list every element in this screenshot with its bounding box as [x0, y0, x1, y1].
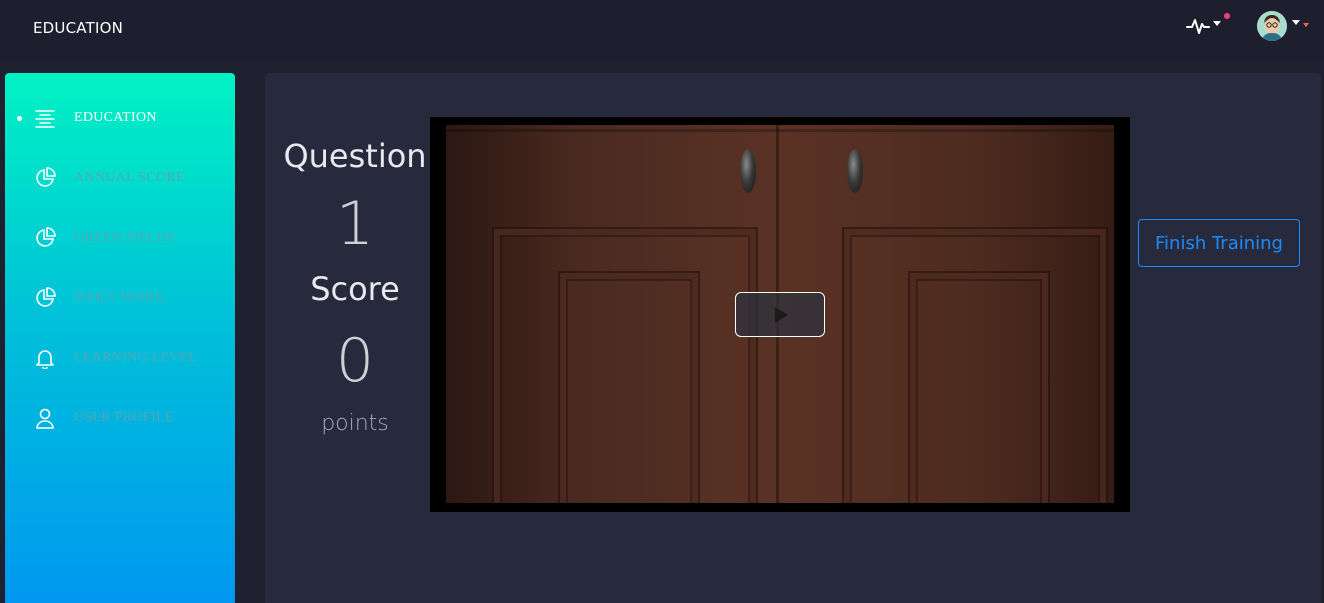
- door-inset-right: [908, 271, 1050, 503]
- play-icon: [775, 307, 788, 323]
- pie-chart-icon: [34, 287, 56, 309]
- chevron-down-icon: [1213, 21, 1221, 26]
- align-center-icon: [34, 107, 56, 129]
- sidebar-item-label: DAILY WORK: [74, 290, 165, 305]
- user-icon: [34, 407, 56, 429]
- question-value: 1: [335, 189, 375, 259]
- sidebar-item-learning-level[interactable]: LEARNING LEVEL: [5, 338, 235, 378]
- sidebar-item-daily-work[interactable]: DAILY WORK: [5, 278, 235, 318]
- sidebar-item-green-fields[interactable]: GREEN FIELDS: [5, 218, 235, 258]
- brand-title[interactable]: EDUCATION: [33, 19, 123, 37]
- score-unit: points: [321, 411, 389, 436]
- avatar[interactable]: [1257, 11, 1287, 41]
- caret-accent-icon: [1303, 23, 1309, 27]
- score-label: Score: [310, 270, 400, 308]
- score-value: 0: [335, 326, 375, 396]
- sidebar-item-label: EDUCATION: [74, 110, 157, 125]
- video-player[interactable]: [430, 117, 1130, 512]
- pie-chart-icon: [34, 167, 56, 189]
- sidebar-item-label: USER PROFILE: [74, 410, 174, 425]
- pie-chart-icon: [34, 227, 56, 249]
- active-bullet: [17, 116, 22, 121]
- door-inset-left: [558, 271, 700, 503]
- bell-icon: [34, 347, 56, 370]
- sidebar-item-education[interactable]: EDUCATION: [5, 98, 235, 138]
- top-navbar: EDUCATION: [0, 0, 1324, 60]
- sidebar-item-label: ANNUAL SCORE: [74, 170, 185, 185]
- door-knob-right: [847, 149, 863, 193]
- chevron-down-icon: [1292, 20, 1300, 25]
- activity-dropdown[interactable]: [1186, 13, 1230, 38]
- notification-dot: [1224, 13, 1230, 19]
- activity-icon: [1186, 19, 1210, 34]
- sidebar-item-user-profile[interactable]: USER PROFILE: [5, 398, 235, 438]
- door-knob-left: [740, 149, 756, 193]
- sidebar: EDUCATION ANNUAL SCORE GREEN FIELDS DAIL…: [5, 73, 235, 603]
- user-menu[interactable]: [1257, 11, 1317, 43]
- sidebar-item-label: LEARNING LEVEL: [74, 350, 198, 365]
- question-label: Question: [283, 137, 427, 175]
- door-top-edge: [446, 129, 1114, 132]
- sidebar-item-annual-score[interactable]: ANNUAL SCORE: [5, 158, 235, 198]
- play-button[interactable]: [735, 292, 825, 337]
- finish-training-button[interactable]: Finish Training: [1138, 219, 1300, 267]
- sidebar-item-label: GREEN FIELDS: [74, 230, 176, 245]
